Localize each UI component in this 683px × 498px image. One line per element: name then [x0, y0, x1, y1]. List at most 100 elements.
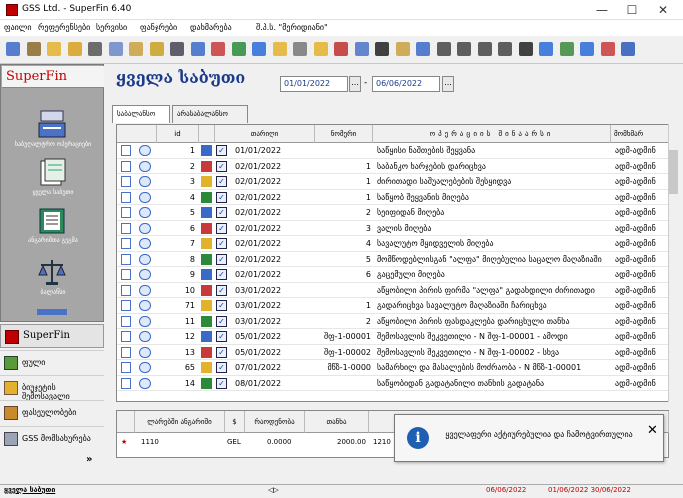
- checkbox-icon[interactable]: ✓: [216, 145, 227, 156]
- close-icon[interactable]: ✕: [648, 2, 678, 18]
- table-row[interactable]: 13 ✓ 05/01/2022 შფ-1-00002 შემოსავლის შეკვეთ…: [117, 345, 668, 360]
- checkbox-icon[interactable]: ✓: [216, 284, 227, 296]
- lock-icon[interactable]: [395, 42, 410, 56]
- sidebar-tile-all-docs[interactable]: ყველა საბუთი: [1, 189, 105, 196]
- checkbox-icon[interactable]: ✓: [216, 331, 227, 342]
- nav-item-money[interactable]: ფული: [0, 350, 104, 374]
- checkbox-icon[interactable]: ✓: [216, 346, 227, 358]
- sidebar-tile-balance[interactable]: ბალანსი: [1, 289, 105, 296]
- tab-off-balance[interactable]: არასაბალანსო: [172, 105, 248, 123]
- table-row[interactable]: 65 ✓ 07/01/2022 მწზ-1-0000 სამარხილ და მასალ…: [117, 360, 668, 376]
- date-to-field[interactable]: 06/06/2022: [372, 76, 440, 92]
- folder-icon[interactable]: [47, 42, 61, 56]
- check-icon[interactable]: [580, 42, 594, 56]
- print-icon[interactable]: [170, 42, 184, 56]
- cross-icon[interactable]: [498, 42, 512, 56]
- arrow-icon[interactable]: [375, 42, 389, 56]
- help-icon[interactable]: [621, 42, 635, 56]
- date-to-picker-button[interactable]: ...: [442, 76, 454, 92]
- col-id[interactable]: id: [157, 125, 199, 143]
- date-from-field[interactable]: 01/01/2022: [280, 76, 348, 92]
- notification-close-button[interactable]: ✕: [647, 423, 658, 438]
- refresh-icon[interactable]: [252, 42, 266, 56]
- checkbox-icon[interactable]: ✓: [216, 315, 227, 327]
- col-quantity[interactable]: რაოდენობა: [245, 411, 305, 433]
- page-icon[interactable]: [354, 42, 369, 56]
- checkbox-icon[interactable]: ✓: [216, 362, 227, 373]
- col-number[interactable]: ნომერი: [315, 125, 373, 143]
- table-row[interactable]: 2 ✓ 02/01/2022 1 საბანკო ხარჯების დარიცხვა ად…: [117, 159, 668, 174]
- grid-scrollbar-thumb[interactable]: [669, 150, 678, 194]
- checkbox-icon[interactable]: ✓: [216, 222, 227, 234]
- chart-of-accounts-icon[interactable]: [37, 205, 67, 235]
- menu-company[interactable]: შ.პ.ს. "მერიდიანი": [256, 23, 328, 32]
- window2-icon[interactable]: [457, 42, 471, 56]
- col-account[interactable]: ლარებში ანგარიში: [135, 411, 225, 433]
- nav-more-button[interactable]: »: [86, 454, 92, 465]
- bank-icon[interactable]: [26, 42, 41, 56]
- table-row[interactable]: 10 ✓ 03/01/2022 აწყობილი პირის ფირმა "ალფა"…: [117, 283, 668, 298]
- chart-icon[interactable]: [211, 42, 225, 56]
- table-row[interactable]: 11 ✓ 03/01/2022 2 აწყობილი პირის ფასდაკლება …: [117, 314, 668, 329]
- table-row[interactable]: 5 ✓ 02/01/2022 2 სეიფიდან მიღება ადმ-ადმინ: [117, 205, 668, 221]
- settings-icon[interactable]: [559, 42, 574, 56]
- checkbox-icon[interactable]: ✓: [216, 160, 227, 172]
- cancel-icon[interactable]: [600, 42, 615, 56]
- table-row[interactable]: 12 ✓ 05/01/2022 შფ-1-00001 შემოსავლის შეკვეთ…: [117, 329, 668, 345]
- menu-service[interactable]: სერვისი: [96, 23, 127, 32]
- col-amount[interactable]: თანხა: [305, 411, 369, 433]
- table-row[interactable]: 6 ✓ 02/01/2022 3 ვალის მიღება ადმ-ადმინ: [117, 221, 668, 236]
- checkbox-icon[interactable]: ✓: [216, 176, 227, 187]
- menu-references[interactable]: რეფერენსები: [38, 23, 90, 32]
- checkbox-icon[interactable]: ✓: [216, 300, 227, 311]
- table-row[interactable]: 8 ✓ 02/01/2022 5 მომწოდებლისგან "ალფა" მიღებ…: [117, 252, 668, 267]
- nav-item-valuables[interactable]: ფასეულობები: [0, 400, 104, 424]
- checkbox-icon[interactable]: ✓: [216, 377, 227, 389]
- menu-file[interactable]: ფაილი: [4, 23, 31, 32]
- list-icon[interactable]: [539, 42, 553, 56]
- minimize-icon[interactable]: —: [587, 2, 617, 18]
- window-icon[interactable]: [436, 42, 451, 56]
- calc-icon[interactable]: [190, 42, 205, 56]
- checkbox-icon[interactable]: ✓: [216, 191, 227, 203]
- close-icon[interactable]: [334, 42, 348, 56]
- documents-icon[interactable]: [37, 157, 67, 187]
- checkbox-icon[interactable]: ✓: [216, 207, 227, 218]
- col-user[interactable]: მომხმარ: [611, 125, 668, 143]
- dollar-icon[interactable]: [149, 42, 164, 56]
- table-row[interactable]: 7 ✓ 02/01/2022 4 სავალუტო მყიდველის მიღება ად…: [117, 236, 668, 252]
- back-icon[interactable]: [518, 42, 533, 56]
- col-description[interactable]: ოპერაციის შინაარსი: [373, 125, 611, 143]
- checkbox-icon[interactable]: ✓: [216, 253, 227, 265]
- status-arrows[interactable]: ◁▷: [268, 486, 279, 494]
- nav-item-gss[interactable]: GSS მომსახურება: [0, 426, 104, 450]
- undo-icon[interactable]: [416, 42, 430, 56]
- nav-item-superfin[interactable]: SuperFin: [0, 324, 104, 348]
- accounting-icon[interactable]: [37, 109, 67, 139]
- key-icon[interactable]: [67, 42, 82, 56]
- sidebar-tile-accounting[interactable]: საბუღალტრო ოპერაციები: [1, 141, 105, 148]
- balance-icon[interactable]: [37, 257, 67, 287]
- checkbox-icon[interactable]: ✓: [216, 269, 227, 280]
- home-icon[interactable]: [6, 42, 20, 56]
- plus-icon[interactable]: [231, 42, 246, 56]
- col-currency[interactable]: $: [225, 411, 245, 433]
- checkbox-icon[interactable]: ✓: [216, 238, 227, 249]
- menu-windows[interactable]: ფანჯრები: [140, 23, 177, 32]
- clip-icon[interactable]: [293, 42, 307, 56]
- copy-icon[interactable]: [108, 42, 123, 56]
- sidebar-tile-accounts[interactable]: ანგარიშთა გეგმა: [1, 237, 105, 244]
- table-row[interactable]: 9 ✓ 02/01/2022 6 გაცემული მიღება ადმ-ადმინ: [117, 267, 668, 283]
- maximize-icon[interactable]: ☐: [617, 2, 647, 18]
- col-date[interactable]: თარიღი: [215, 125, 315, 143]
- table-row[interactable]: 71 ✓ 03/01/2022 1 გადარიცხვა სავალუტო მაღაზი…: [117, 298, 668, 314]
- nav-item-budget[interactable]: ბიუჯეტის შემოსავალი: [0, 375, 104, 401]
- table-row[interactable]: 4 ✓ 02/01/2022 1 საწყობ შეყვანის მიღება ადმ-ა…: [117, 190, 668, 205]
- tile-icon[interactable]: [477, 42, 492, 56]
- table-row[interactable]: 3 ✓ 02/01/2022 1 ძირითადი საშუალებების შესყი…: [117, 174, 668, 190]
- cut-icon[interactable]: [88, 42, 102, 56]
- date-from-picker-button[interactable]: ...: [349, 76, 361, 92]
- menu-help[interactable]: დახმარება: [190, 23, 232, 32]
- table-row[interactable]: 1 ✓ 01/01/2022 საწყისი ნაშთების შეყვანა ადმ-…: [117, 143, 668, 159]
- table-row[interactable]: 14 ✓ 08/01/2022 საწყობიდან გადატანილი თანხი…: [117, 376, 668, 391]
